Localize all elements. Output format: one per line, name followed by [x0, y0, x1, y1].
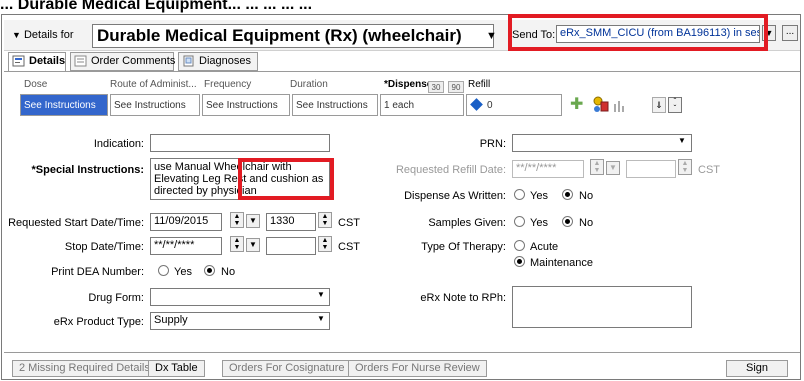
start-date-spinner[interactable]: ▲ ▼: [230, 212, 244, 228]
move-down-icon[interactable]: ⇓: [652, 97, 666, 113]
col-refill: Refill: [468, 79, 491, 90]
refill-time-input[interactable]: [626, 160, 676, 178]
prn-label: PRN:: [479, 138, 506, 150]
therapy-label: Type Of Therapy:: [421, 241, 506, 253]
dea-no-label: No: [221, 266, 236, 278]
duration-cell[interactable]: See Instructions: [292, 94, 378, 116]
dea-yes-label: Yes: [174, 266, 192, 278]
drug-form-select[interactable]: [150, 288, 330, 306]
stop-date-dropdown-icon[interactable]: ▼: [246, 238, 260, 252]
dose-cell[interactable]: See Instructions: [20, 94, 108, 116]
daw-label: Dispense As Written:: [404, 190, 506, 202]
dea-label: Print DEA Number:: [51, 266, 144, 278]
col-route: Route of Administ...: [110, 79, 197, 90]
tab-diagnoses[interactable]: Diagnoses: [178, 52, 258, 71]
stop-label: Stop Date/Time:: [64, 241, 144, 253]
samples-label: Samples Given:: [428, 217, 506, 229]
expand-icon[interactable]: ˆˇ: [668, 97, 682, 113]
chart-icon[interactable]: [612, 98, 628, 114]
diagnoses-icon: [183, 55, 194, 67]
samples-yes-label: Yes: [530, 217, 548, 229]
drug-form-label: Drug Form:: [88, 292, 144, 304]
refill-date-label: Requested Refill Date:: [395, 164, 506, 176]
highlight-box-special-instructions: [238, 158, 334, 200]
sign-button[interactable]: Sign: [726, 360, 788, 377]
tab-details[interactable]: Details: [8, 52, 66, 71]
dea-no-radio[interactable]: [204, 265, 215, 276]
orders-for-nurse-review-button[interactable]: Orders For Nurse Review: [348, 360, 487, 377]
product-type-dropdown-icon[interactable]: ▼: [317, 314, 325, 323]
more-options-button[interactable]: ...: [782, 25, 798, 41]
comments-icon: [74, 55, 87, 67]
start-time-spinner[interactable]: ▲ ▼: [318, 212, 332, 228]
refill-date-dropdown-icon[interactable]: ▼: [606, 161, 620, 175]
collapse-icon: ▼: [12, 30, 21, 40]
col-dose: Dose: [24, 79, 48, 90]
refill-diamond-icon: [470, 98, 483, 111]
therapy-acute-radio[interactable]: [514, 240, 525, 251]
dea-yes-radio[interactable]: [158, 265, 169, 276]
dispense-cell[interactable]: 1 each: [380, 94, 464, 116]
req-start-label: Requested Start Date/Time:: [8, 217, 144, 229]
product-type-label: eRx Product Type:: [53, 316, 144, 328]
add-icon[interactable]: ✚: [570, 97, 583, 113]
note-label: eRx Note to RPh:: [420, 292, 506, 304]
medication-icon[interactable]: [592, 96, 610, 114]
tab-order-comments[interactable]: Order Comments: [70, 52, 175, 71]
prn-select[interactable]: [512, 134, 692, 152]
details-icon: [12, 55, 25, 67]
daw-yes-label: Yes: [530, 190, 548, 202]
therapy-maintenance-label: Maintenance: [530, 257, 593, 269]
daw-no-label: No: [579, 190, 594, 202]
route-cell[interactable]: See Instructions: [110, 94, 200, 116]
product-type-select[interactable]: Supply: [150, 312, 330, 330]
req-start-date-input[interactable]: 11/09/2015: [150, 213, 222, 231]
col-dispense: *Dispense: [384, 79, 433, 90]
indication-label: Indication:: [93, 138, 144, 150]
dispense-30-button[interactable]: 30: [428, 81, 444, 93]
daw-yes-radio[interactable]: [514, 189, 525, 200]
samples-no-label: No: [579, 217, 594, 229]
order-name-dropdown[interactable]: Durable Medical Equipment (Rx) (wheelcha…: [92, 24, 494, 48]
details-for-toggle[interactable]: ▼ Details for: [12, 29, 74, 41]
therapy-maintenance-radio[interactable]: [514, 256, 525, 267]
missing-details-button[interactable]: 2 Missing Required Details: [12, 360, 157, 377]
special-instructions-label: *Special Instructions:: [31, 164, 144, 176]
start-timezone: CST: [338, 217, 360, 229]
drug-form-dropdown-icon[interactable]: ▼: [317, 290, 325, 299]
refill-date-input[interactable]: **/**/****: [512, 160, 584, 178]
col-duration: Duration: [290, 79, 328, 90]
samples-yes-radio[interactable]: [514, 216, 525, 227]
start-date-dropdown-icon[interactable]: ▼: [246, 214, 260, 228]
stop-time-input[interactable]: [266, 237, 316, 255]
details-for-label: Details for: [23, 29, 74, 41]
stop-date-spinner[interactable]: ▲ ▼: [230, 236, 244, 252]
chevron-down-icon[interactable]: ▼: [486, 30, 497, 42]
tab-divider: [4, 71, 800, 72]
frequency-cell[interactable]: See Instructions: [202, 94, 290, 116]
samples-no-radio[interactable]: [562, 216, 573, 227]
highlight-box-send-to: [508, 14, 768, 51]
refill-cell[interactable]: 0: [466, 94, 562, 116]
therapy-acute-label: Acute: [530, 241, 559, 253]
stop-timezone: CST: [338, 241, 360, 253]
refill-time-spinner[interactable]: ▲ ▼: [678, 159, 692, 175]
col-frequency: Frequency: [204, 79, 252, 90]
prn-dropdown-icon[interactable]: ▼: [678, 136, 686, 145]
req-start-time-input[interactable]: 1330: [266, 213, 316, 231]
orders-for-cosignature-button[interactable]: Orders For Cosignature: [222, 360, 352, 377]
daw-no-radio[interactable]: [562, 189, 573, 200]
stop-date-input[interactable]: **/**/****: [150, 237, 222, 255]
footer-divider: [4, 352, 800, 353]
indication-input[interactable]: [150, 134, 330, 152]
dx-table-button[interactable]: Dx Table: [148, 360, 205, 377]
stop-time-spinner[interactable]: ▲ ▼: [318, 236, 332, 252]
dispense-90-button[interactable]: 90: [448, 81, 464, 93]
note-textarea[interactable]: [512, 286, 692, 328]
refill-timezone: CST: [698, 164, 720, 176]
refill-date-spinner[interactable]: ▲ ▼: [590, 159, 604, 175]
